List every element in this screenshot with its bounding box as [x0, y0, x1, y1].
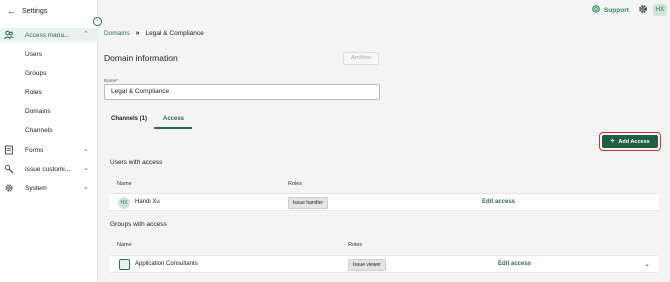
chevron-down-icon: ⌄	[83, 165, 89, 172]
sidebar-subitem-channels[interactable]: Channels	[25, 127, 52, 134]
users-icon	[4, 30, 14, 40]
sidebar-item-access-management[interactable]: Access mana... ⌃	[0, 28, 98, 42]
active-tab-indicator	[154, 127, 192, 129]
group-icon	[119, 259, 130, 270]
user-name: Handi Xu	[135, 199, 160, 205]
gear-icon	[4, 183, 14, 193]
name-field-label: Name*	[104, 78, 118, 83]
breadcrumb-domains-link[interactable]: Domains	[104, 30, 130, 37]
sidebar-item-forms[interactable]: Forms ⌄	[0, 143, 98, 157]
sidebar-subitem-users[interactable]: Users	[25, 51, 42, 58]
role-chip: Issue handler	[288, 197, 329, 209]
chevron-left-icon: ‹	[96, 18, 99, 24]
support-label: Support	[604, 6, 629, 14]
col-roles: Roles	[348, 242, 363, 248]
col-roles: Roles	[288, 181, 303, 187]
chevron-down-icon[interactable]: ⌄	[644, 260, 650, 268]
col-name: Name	[117, 242, 132, 248]
forms-icon	[4, 145, 14, 155]
sidebar-item-issue-customization[interactable]: Issue customi... ⌄	[0, 162, 98, 176]
tab-channels[interactable]: Channels (1)	[111, 116, 147, 122]
lifebuoy-icon	[592, 5, 600, 15]
chevron-down-icon: ⌄	[83, 146, 89, 153]
chevron-down-icon: ⌄	[83, 184, 89, 191]
col-name: Name	[117, 181, 132, 187]
table-row: HX Handi Xu Issue handler Edit access	[110, 193, 658, 211]
sidebar-subitem-roles[interactable]: Roles	[25, 89, 42, 96]
table-row: Application Consultants Issue viewer Edi…	[110, 255, 658, 273]
edit-access-link[interactable]: Edit access	[482, 199, 515, 205]
sidebar-item-label: System	[25, 184, 47, 192]
users-section-title: Users with access	[110, 159, 163, 166]
user-avatar[interactable]: HX	[653, 4, 667, 16]
back-to-settings[interactable]: ← Settings	[7, 6, 47, 16]
sidebar-subitem-groups[interactable]: Groups	[25, 70, 46, 77]
add-access-label: Add Access	[618, 138, 650, 145]
sidebar: ← Settings Access mana... ⌃ Users Groups…	[0, 0, 98, 282]
add-access-button[interactable]: + Add Access	[602, 135, 658, 148]
archive-button[interactable]: Archive	[343, 52, 379, 65]
back-label: Settings	[22, 7, 48, 15]
sidebar-item-system[interactable]: System ⌄	[0, 181, 98, 195]
settings-gear-icon[interactable]	[638, 4, 648, 17]
plus-icon: +	[610, 138, 615, 145]
chevron-up-icon: ⌃	[83, 31, 89, 38]
breadcrumb-current: Legal & Compliance	[145, 30, 204, 37]
sidebar-item-label: Forms	[25, 146, 44, 154]
edit-access-link[interactable]: Edit access	[498, 261, 531, 267]
group-name: Application Consultants	[135, 261, 198, 267]
support-link[interactable]: Support	[592, 5, 629, 15]
page-title: Domain information	[104, 53, 178, 63]
sidebar-item-label: Access mana...	[25, 31, 70, 39]
tab-access[interactable]: Access	[163, 116, 184, 122]
arrow-left-icon: ←	[7, 6, 16, 16]
collapse-sidebar-button[interactable]: ‹	[93, 17, 102, 26]
sidebar-item-label: Issue customi...	[25, 165, 71, 173]
groups-table-header: Name Roles	[110, 238, 658, 252]
tools-icon	[4, 164, 14, 174]
user-avatar: HX	[118, 197, 130, 209]
sidebar-subitem-domains[interactable]: Domains	[25, 108, 51, 115]
groups-section-title: Groups with access	[110, 221, 167, 228]
users-table-header: Name Roles	[110, 177, 658, 191]
role-chip: Issue viewer	[348, 259, 386, 271]
double-chevron-right-icon: »	[135, 30, 140, 37]
breadcrumb: Domains » Legal & Compliance	[104, 30, 204, 37]
name-field[interactable]: Legal & Compliance	[104, 84, 380, 100]
